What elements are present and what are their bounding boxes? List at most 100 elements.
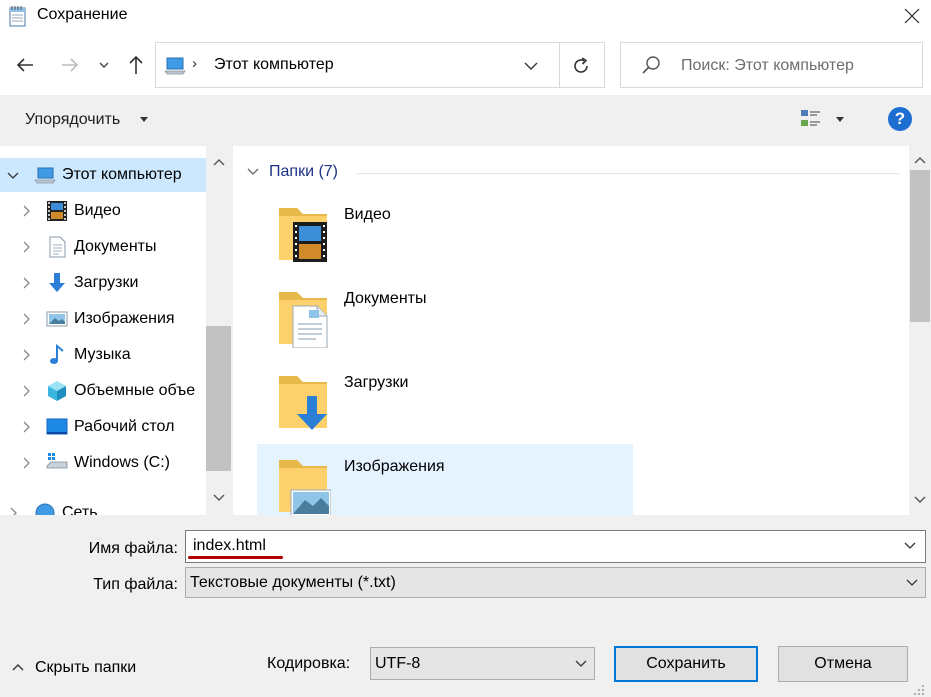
3d-objects-icon [48,381,66,401]
tree-item-label: Документы [74,238,157,255]
chevron-down-icon[interactable] [905,578,919,588]
navigation-pane: Этот компьютер Видео Документы Загрузки [0,146,231,515]
content-pane: Папки (7) Видео Документы Загрузки Изобр… [233,146,931,515]
tree-item-label: Музыка [74,346,131,363]
navigation-scrollbar[interactable] [206,146,231,515]
computer-icon [164,57,186,75]
hide-folders-label: Скрыть папки [35,659,137,676]
downloads-folder-icon [279,376,327,430]
tree-item-pictures[interactable]: Изображения [0,302,206,336]
view-options-icon[interactable] [800,108,822,130]
tree-item-music[interactable]: Музыка [0,338,206,372]
tree-item-downloads[interactable]: Загрузки [0,266,206,300]
folder-item-documents[interactable]: Документы [257,276,633,356]
scrollbar-thumb[interactable] [206,326,231,471]
scroll-up-icon[interactable] [914,156,926,164]
tree-item-videos[interactable]: Видео [0,194,206,228]
filetype-select[interactable]: Текстовые документы (*.txt) [185,567,926,598]
tree-item-desktop[interactable]: Рабочий стол [0,410,206,444]
tree-item-label: Объемные объе [74,382,196,399]
documents-icon [49,236,66,258]
scroll-up-icon[interactable] [213,158,225,166]
tree-item-network[interactable]: Сеть [0,496,206,515]
folder-label: Документы [344,290,427,307]
cancel-button[interactable]: Отмена [778,646,908,682]
filename-input[interactable]: index.html [185,530,926,563]
hide-folders-button[interactable]: Скрыть папки [10,657,170,681]
chevron-right-icon[interactable] [20,421,32,433]
pictures-folder-icon [279,460,331,515]
folder-label: Видео [344,206,391,223]
back-arrow-icon[interactable] [13,53,37,77]
chevron-right-icon[interactable] [20,457,32,469]
tree-item-label: Видео [74,202,121,219]
tree-item-documents[interactable]: Документы [0,230,206,264]
save-button[interactable]: Сохранить [614,646,758,682]
tree-item-label: Изображения [74,310,175,327]
drive-icon [46,453,68,469]
group-divider [357,173,899,174]
chevron-right-icon[interactable] [20,349,32,361]
filename-value[interactable]: index.html [193,537,266,555]
group-title[interactable]: Папки (7) [269,163,338,181]
search-box[interactable]: Поиск: Этот компьютер [620,42,923,88]
chevron-right-icon[interactable] [20,313,32,325]
search-placeholder: Поиск: Этот компьютер [681,57,854,74]
breadcrumb-separator: › [192,55,197,72]
computer-icon [34,167,56,184]
downloads-icon [49,273,65,292]
chevron-up-icon [12,664,24,671]
tree-item-windows-drive[interactable]: Windows (C:) [0,446,206,480]
folder-label: Загрузки [344,374,409,391]
network-icon [35,503,55,515]
chevron-right-icon[interactable] [20,385,32,397]
scrollbar-thumb[interactable] [910,170,930,322]
address-divider [559,43,560,87]
encoding-value: UTF-8 [375,655,421,672]
filename-highlight-underline [188,556,283,559]
title-bar: Сохранение [0,0,931,33]
close-icon[interactable] [893,0,931,33]
chevron-right-icon[interactable] [20,241,32,253]
help-icon[interactable]: ? [888,107,912,131]
desktop-icon [46,418,68,435]
scroll-down-icon[interactable] [213,494,225,502]
chevron-right-icon[interactable] [20,205,32,217]
scroll-down-icon[interactable] [914,496,926,504]
folder-label: Изображения [344,458,445,475]
chevron-down-icon[interactable] [247,168,259,176]
tree-item-label: Этот компьютер [62,166,182,183]
address-bar[interactable]: › Этот компьютер [155,42,605,88]
command-toolbar: Упорядочить ? [0,95,931,146]
chevron-down-icon[interactable] [7,169,19,181]
chevron-down-icon[interactable] [903,541,917,551]
navigation-bar: › Этот компьютер Поиск: Этот компьютер [0,33,931,95]
video-icon [47,201,67,221]
view-dropdown-arrow-icon[interactable] [836,117,844,122]
breadcrumb-this-pc[interactable]: Этот компьютер [214,56,334,74]
filename-label: Имя файла: [88,540,178,557]
chevron-right-icon[interactable] [7,507,19,515]
content-scrollbar[interactable] [909,146,931,515]
tree-item-label: Рабочий стол [74,418,175,435]
encoding-label: Кодировка: [267,655,351,672]
tree-item-this-pc[interactable]: Этот компьютер [0,158,206,192]
folder-item-downloads[interactable]: Загрузки [257,360,633,440]
forward-arrow-icon[interactable] [58,53,82,77]
organize-button[interactable]: Упорядочить [25,111,120,129]
music-icon [50,344,64,364]
organize-dropdown-arrow-icon[interactable] [140,117,148,122]
folder-item-videos[interactable]: Видео [257,192,633,272]
recent-locations-chevron-icon[interactable] [96,53,112,77]
encoding-select[interactable]: UTF-8 [370,647,595,680]
chevron-right-icon[interactable] [20,277,32,289]
resize-grip-icon[interactable] [912,683,926,695]
tree-item-label: Загрузки [74,274,139,291]
tree-item-3d-objects[interactable]: Объемные объе [0,374,206,408]
folder-item-pictures[interactable]: Изображения [257,444,633,515]
up-arrow-icon[interactable] [124,53,148,77]
chevron-down-icon[interactable] [522,57,540,75]
chevron-down-icon[interactable] [574,659,588,669]
refresh-icon[interactable] [570,55,592,77]
notepad-icon [9,6,26,27]
